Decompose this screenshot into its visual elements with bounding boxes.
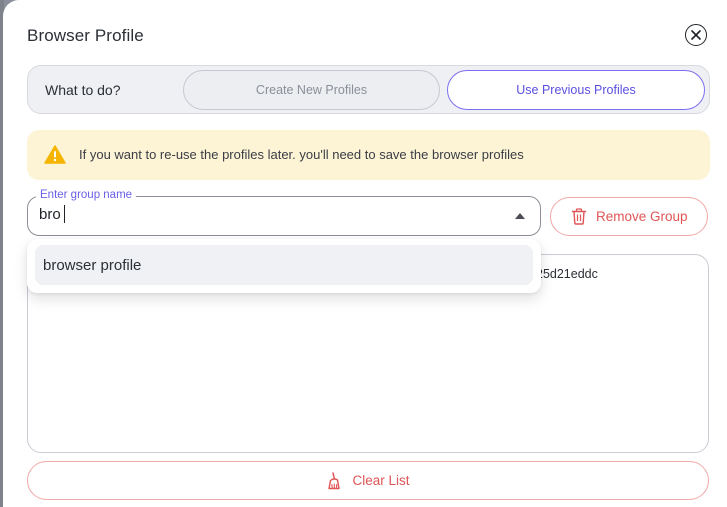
create-new-profiles-button[interactable]: Create New Profiles <box>183 70 440 110</box>
warning-icon <box>44 145 66 164</box>
chevron-up-icon[interactable] <box>515 213 525 219</box>
profile-list-text: 25d21eddc <box>536 267 598 281</box>
text-cursor <box>64 205 65 223</box>
modal-title: Browser Profile <box>27 26 144 45</box>
mode-selector: What to do? Create New Profiles Use Prev… <box>27 65 710 114</box>
mode-label: What to do? <box>45 82 121 98</box>
close-icon <box>691 30 701 40</box>
alert-message: If you want to re-use the profiles later… <box>79 147 524 162</box>
group-name-field[interactable] <box>27 196 541 236</box>
remove-group-label: Remove Group <box>596 209 688 224</box>
remove-group-button[interactable]: Remove Group <box>550 197 708 236</box>
close-button[interactable] <box>685 24 707 46</box>
group-autocomplete-dropdown: browser profile <box>27 239 541 293</box>
group-name-input[interactable] <box>39 206 479 223</box>
broom-icon <box>328 471 341 489</box>
group-name-label: Enter group name <box>36 189 137 201</box>
warning-alert: If you want to re-use the profiles later… <box>27 130 710 180</box>
browser-profile-modal: Browser Profile What to do? Create New P… <box>3 0 727 507</box>
dropdown-option-browser-profile[interactable]: browser profile <box>35 245 533 285</box>
clear-list-button[interactable]: Clear List <box>27 461 709 500</box>
trash-icon <box>571 208 587 225</box>
use-previous-profiles-button[interactable]: Use Previous Profiles <box>447 70 705 110</box>
clear-list-label: Clear List <box>352 473 410 488</box>
